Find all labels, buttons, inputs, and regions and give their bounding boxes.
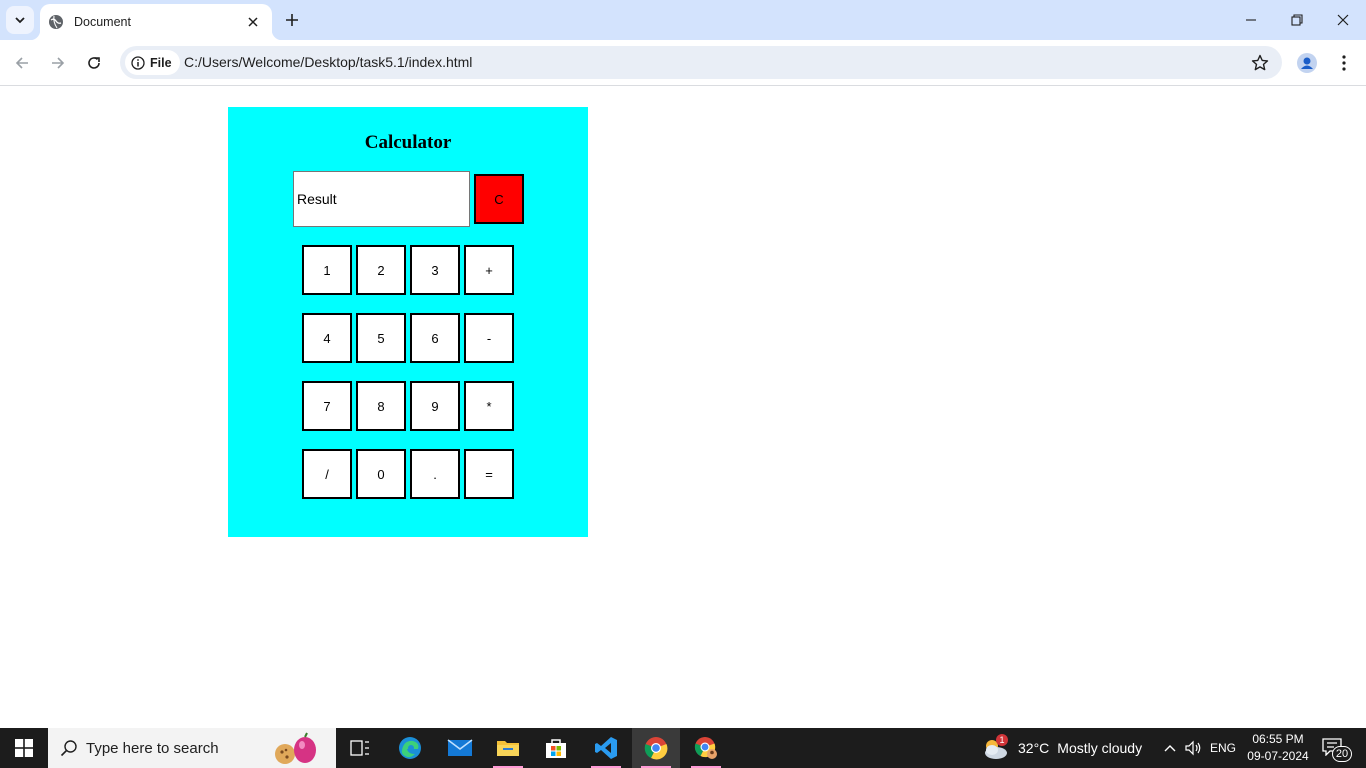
weather-alert-badge: 1 [996,734,1008,746]
folder-icon [497,741,519,756]
screen: Document File C:/Users/Welcome/Desktop/t… [0,0,1366,768]
key-decimal-button[interactable]: . [410,449,460,499]
windows-logo-icon [15,739,33,757]
show-hidden-icons-button[interactable] [1160,728,1180,768]
chrome-icon [644,737,668,760]
close-tab-icon[interactable] [244,13,262,31]
page-viewport: Calculator C 1 2 3 + 4 5 6 - 7 8 9 * / 0… [0,87,1366,728]
calculator-panel: Calculator C 1 2 3 + 4 5 6 - 7 8 9 * / 0… [228,107,588,537]
taskbar-file-explorer[interactable] [484,728,532,768]
key-divide-button[interactable]: / [302,449,352,499]
key-5-button[interactable]: 5 [356,313,406,363]
weather-widget[interactable]: 1 32°C Mostly cloudy [980,728,1142,768]
reload-button[interactable] [78,47,110,79]
bookmark-star-button[interactable] [1250,53,1270,73]
reload-icon [88,57,100,69]
key-3-button[interactable]: 3 [410,245,460,295]
site-info-chip[interactable]: File [125,50,180,75]
taskbar-chrome[interactable] [632,728,680,768]
taskbar-task-view[interactable] [336,728,384,768]
more-vertical-icon [1342,55,1346,71]
close-icon [1337,14,1349,26]
result-input[interactable] [293,171,470,227]
key-equals-button[interactable]: = [464,449,514,499]
key-0-button[interactable]: 0 [356,449,406,499]
task-view-icon [350,740,369,756]
language-indicator[interactable]: ENG [1210,741,1236,755]
minimize-button[interactable] [1228,0,1274,40]
clear-button[interactable]: C [474,174,524,224]
chevron-up-icon [1164,745,1176,752]
key-6-button[interactable]: 6 [410,313,460,363]
key-2-button[interactable]: 2 [356,245,406,295]
arrow-right-icon [52,57,65,69]
key-9-button[interactable]: 9 [410,381,460,431]
store-icon [546,739,566,758]
profile-button[interactable] [1294,50,1320,76]
notification-count-badge: 20 [1332,746,1352,762]
volume-button[interactable] [1182,728,1204,768]
weather-temperature: 32°C [1018,740,1050,756]
start-button[interactable] [0,728,48,768]
restore-button[interactable] [1274,0,1320,40]
key-1-button[interactable]: 1 [302,245,352,295]
clock-date: 09-07-2024 [1247,749,1309,763]
info-icon [131,55,145,70]
search-highlight-illustration [275,732,316,764]
browser-menu-button[interactable] [1332,50,1356,76]
minimize-icon [1246,19,1256,21]
chrome-profile-icon [694,737,717,759]
taskbar-search-placeholder: Type here to search [86,739,219,757]
back-button[interactable] [6,47,38,79]
browser-toolbar: File C:/Users/Welcome/Desktop/task5.1/in… [0,40,1366,86]
globe-icon [48,14,64,30]
taskbar-mail[interactable] [436,728,484,768]
restore-icon [1291,14,1303,26]
clock[interactable]: 06:55 PM 09-07-2024 [1244,731,1312,765]
taskbar-chrome-profile[interactable] [682,728,730,768]
key-subtract-button[interactable]: - [464,313,514,363]
notification-center-button[interactable]: 20 [1320,736,1354,762]
clock-time: 06:55 PM [1252,732,1304,746]
person-icon [1297,53,1317,73]
key-7-button[interactable]: 7 [302,381,352,431]
active-tab[interactable]: Document [30,4,282,40]
tab-title: Document [74,15,131,29]
new-tab-button[interactable] [280,8,304,32]
calculator-title: Calculator [364,132,452,153]
close-window-button[interactable] [1320,0,1366,40]
key-8-button[interactable]: 8 [356,381,406,431]
weather-cloud-icon: 1 [980,734,1010,762]
search-icon [60,740,77,757]
scheme-label: File [150,55,172,70]
taskbar-edge[interactable] [386,728,434,768]
tab-strip: Document [0,0,1366,40]
arrow-left-icon [15,57,28,69]
vscode-icon [595,737,617,759]
forward-button[interactable] [42,47,74,79]
taskbar-store[interactable] [532,728,580,768]
star-icon [1251,54,1269,71]
taskbar: Type here to search 1 32°C Mostly cloudy… [0,728,1366,768]
plus-icon [286,14,298,26]
url-text[interactable]: C:/Users/Welcome/Desktop/task5.1/index.h… [184,54,472,70]
key-4-button[interactable]: 4 [302,313,352,363]
weather-condition: Mostly cloudy [1057,740,1143,756]
speaker-icon [1185,740,1201,756]
key-add-button[interactable]: + [464,245,514,295]
edge-icon [399,737,421,759]
mail-icon [447,739,473,756]
taskbar-vscode[interactable] [582,728,630,768]
chevron-down-icon [15,17,25,24]
key-multiply-button[interactable]: * [464,381,514,431]
address-bar[interactable]: File C:/Users/Welcome/Desktop/task5.1/in… [120,46,1282,79]
